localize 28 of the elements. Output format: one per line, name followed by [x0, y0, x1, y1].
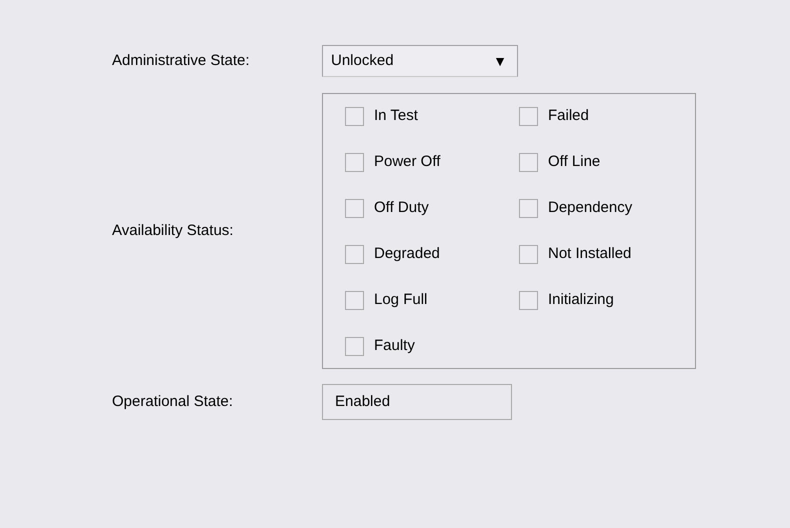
checkbox-label: Failed [548, 106, 589, 126]
checkbox[interactable] [519, 153, 538, 172]
checkbox-label: Log Full [374, 290, 428, 310]
field-label: Availability Status: [112, 220, 234, 241]
checkbox[interactable] [519, 291, 538, 310]
checkbox[interactable] [519, 107, 538, 126]
checkbox-label: Power Off [374, 152, 440, 172]
checkbox-label: Off Duty [374, 198, 429, 218]
checkbox-label: Dependency [548, 198, 632, 218]
checkbox[interactable] [345, 337, 364, 356]
field-label: Administrative State: [112, 50, 251, 71]
field-label: Operational State: [112, 392, 234, 412]
checkbox[interactable] [345, 291, 364, 310]
dropdown-arrow-icon: ▼ [493, 50, 507, 72]
checkbox-label: Faulty [374, 336, 415, 356]
checkbox[interactable] [345, 245, 364, 264]
checkbox[interactable] [519, 199, 538, 218]
checkbox[interactable] [519, 245, 538, 264]
checkbox[interactable] [345, 107, 364, 126]
checkbox-label: Degraded [374, 244, 440, 264]
checkbox-label: In Test [374, 106, 418, 126]
checkbox[interactable] [345, 199, 364, 218]
checkbox[interactable] [345, 153, 364, 172]
dropdown[interactable]: Unlocked ▼ [322, 45, 518, 77]
read-only-field: Enabled [322, 384, 512, 420]
checkbox-label: Not Installed [548, 244, 632, 264]
checkbox-label: Off Line [548, 152, 600, 172]
checkbox-label: Initializing [548, 290, 614, 310]
